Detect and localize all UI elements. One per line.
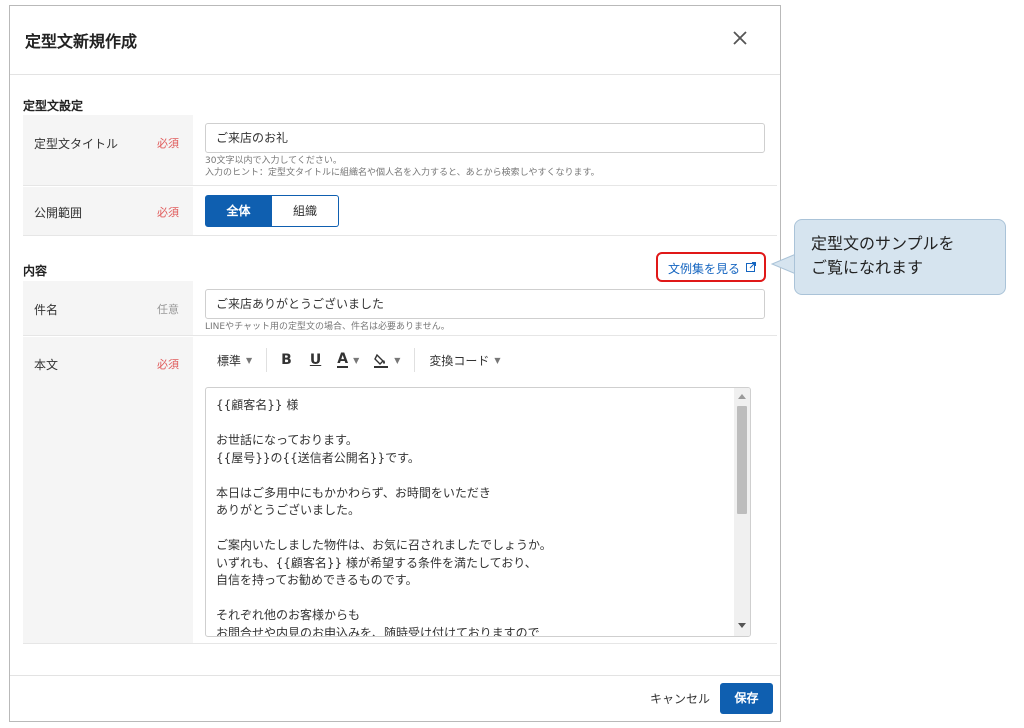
title-label: 定型文タイトル [34, 137, 119, 151]
body-text[interactable]: {{顧客名}} 様 お世話になっております。 {{屋号}}の{{送信者公開名}}… [216, 397, 716, 636]
text-style-dropdown[interactable]: 標準 ▼ [217, 352, 252, 369]
scroll-up-icon[interactable] [738, 394, 746, 399]
font-color-dropdown[interactable]: A ▼ [337, 352, 359, 368]
scope-label: 公開範囲 [34, 206, 83, 220]
body-row: 本文 必須 標準 ▼ B U A ▼ ▼ 変換コード ▼ {{顧客名}} 様 お… [23, 337, 777, 644]
convert-code-dropdown[interactable]: 変換コード ▼ [429, 352, 500, 369]
close-icon [733, 31, 747, 45]
save-button[interactable]: 保存 [720, 683, 773, 714]
chevron-down-icon: ▼ [494, 355, 501, 365]
modal-title: 定型文新規作成 [25, 32, 138, 51]
external-link-icon [746, 262, 756, 272]
optional-badge: 任意 [157, 303, 179, 316]
title-hint: 30文字以内で入力してください。 [205, 156, 342, 166]
cancel-button[interactable]: キャンセル [650, 690, 710, 707]
callout-box: 定型文のサンプルを ご覧になれます [794, 219, 1006, 295]
sample-templates-link[interactable]: 文例集を見る [656, 252, 766, 282]
font-color-icon: A [337, 351, 349, 368]
paint-bucket-icon [374, 353, 389, 368]
convert-code-label: 変換コード [429, 353, 490, 368]
body-label: 本文 [34, 358, 59, 372]
content-section-heading: 内容 [23, 264, 48, 278]
subject-input[interactable]: ご来店ありがとうございました [205, 289, 765, 319]
modal-footer: キャンセル 保存 [10, 675, 780, 721]
subject-label: 件名 [34, 303, 59, 317]
chevron-down-icon: ▼ [394, 355, 401, 365]
title-input[interactable]: ご来店のお礼 [205, 123, 765, 153]
title-input-tip: 入力のヒント：定型文タイトルに組織名や個人名を入力すると、あとから検索しやすくな… [205, 168, 600, 178]
subject-hint: LINEやチャット用の定型文の場合、件名は必要ありません。 [205, 322, 450, 332]
underline-button[interactable]: U [310, 352, 321, 368]
close-button[interactable] [728, 26, 752, 50]
toolbar-divider [266, 348, 268, 372]
scroll-thumb[interactable] [737, 406, 747, 514]
sample-templates-link-label: 文例集を見る [668, 262, 741, 276]
required-badge: 必須 [157, 206, 179, 219]
editor-toolbar: 標準 ▼ B U A ▼ ▼ 変換コード ▼ [205, 345, 501, 375]
chevron-down-icon: ▼ [246, 355, 253, 365]
title-row: 定型文タイトル 必須 ご来店のお礼 30文字以内で入力してください。 入力のヒン… [23, 115, 777, 186]
body-editor[interactable]: {{顧客名}} 様 お世話になっております。 {{屋号}}の{{送信者公開名}}… [205, 387, 751, 637]
toolbar-divider [414, 348, 416, 372]
subject-row: 件名 任意 ご来店ありがとうございました LINEやチャット用の定型文の場合、件… [23, 281, 777, 336]
callout-text: 定型文のサンプルを ご覧になれます [811, 234, 955, 277]
template-create-modal: 定型文新規作成 定型文設定 定型文タイトル 必須 ご来店のお礼 30文字以内で入… [9, 5, 781, 722]
modal-header: 定型文新規作成 [10, 6, 780, 75]
highlight-color-dropdown[interactable]: ▼ [373, 352, 400, 368]
scroll-down-icon[interactable] [738, 623, 746, 628]
scope-option-organization[interactable]: 組織 [272, 195, 339, 227]
scope-toggle: 全体 組織 [205, 195, 339, 227]
chevron-down-icon: ▼ [353, 355, 360, 365]
settings-section-heading: 定型文設定 [23, 99, 84, 113]
required-badge: 必須 [157, 358, 179, 371]
required-badge: 必須 [157, 137, 179, 150]
scope-row: 公開範囲 必須 全体 組織 [23, 187, 777, 236]
bold-button[interactable]: B [281, 352, 292, 368]
scope-option-all[interactable]: 全体 [205, 195, 272, 227]
text-style-label: 標準 [217, 353, 242, 368]
editor-scrollbar[interactable] [734, 388, 750, 636]
